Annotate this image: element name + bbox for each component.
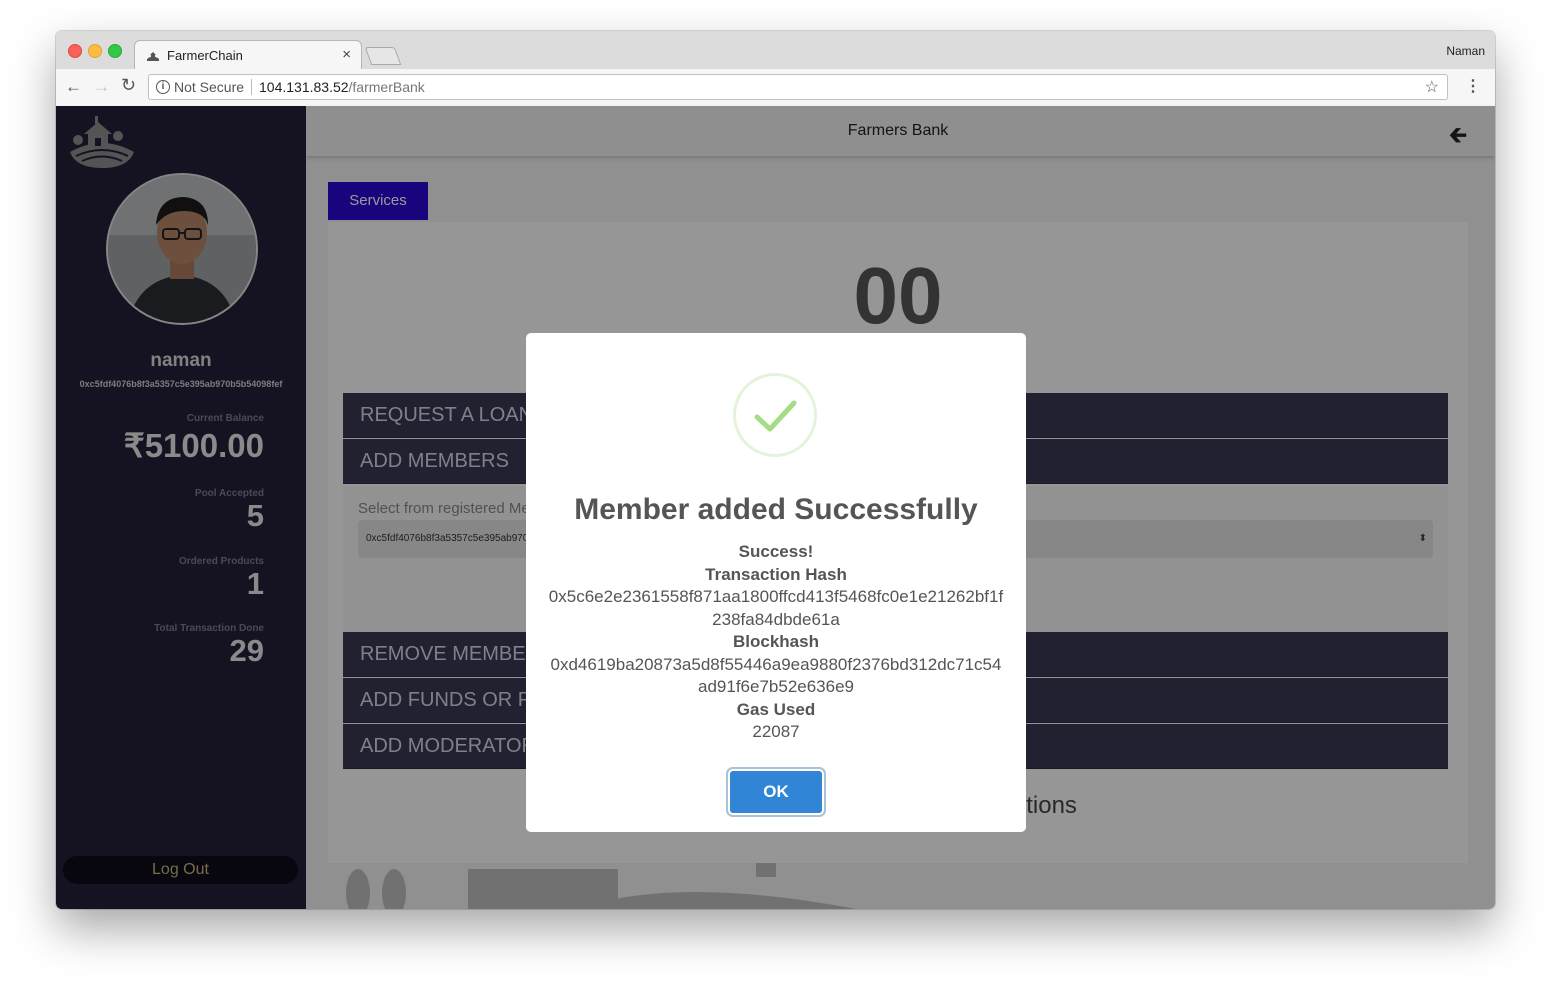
- security-status[interactable]: Not Secure: [174, 79, 244, 95]
- success-label: Success!: [738, 542, 814, 561]
- minimize-window-button[interactable]: [88, 44, 102, 58]
- bookmark-star-icon[interactable]: ☆: [1425, 77, 1439, 97]
- browser-tab[interactable]: FarmerChain ×: [134, 40, 362, 70]
- success-dialog: Member added Successfully Success! Trans…: [526, 333, 1026, 832]
- gas-used-label: Gas Used: [736, 699, 816, 719]
- browser-toolbar: ← → ↻ i Not Secure 104.131.83.52/farmerB…: [56, 69, 1495, 107]
- tab-close-icon[interactable]: ×: [342, 46, 351, 63]
- profile-name[interactable]: Naman: [1446, 44, 1485, 58]
- checkmark-icon: [754, 400, 797, 432]
- maximize-window-button[interactable]: [108, 44, 122, 58]
- forward-arrow-icon[interactable]: →: [93, 77, 110, 97]
- transaction-hash-label: Transaction Hash: [705, 564, 847, 584]
- tab-strip: FarmerChain × Naman: [56, 31, 1495, 70]
- address-bar[interactable]: i Not Secure 104.131.83.52/farmerBank ☆: [148, 74, 1448, 100]
- blockhash-label: Blockhash: [733, 632, 819, 651]
- reload-icon[interactable]: ↻: [121, 75, 136, 96]
- page-content: naman 0xc5fdf4076b8f3a5357c5e395ab970b5b…: [56, 106, 1495, 909]
- blockhash-value: 0xd4619ba20873a5d8f55446a9ea9880f2376bd3…: [550, 654, 1002, 697]
- new-tab-button[interactable]: [364, 47, 402, 65]
- gas-used-value: 22087: [752, 722, 800, 741]
- back-arrow-icon[interactable]: ←: [65, 77, 82, 97]
- tab-title: FarmerChain: [167, 48, 243, 63]
- url-text[interactable]: 104.131.83.52/farmerBank: [259, 79, 425, 95]
- browser-window: FarmerChain × Naman ← → ↻ i Not Secure 1…: [56, 31, 1495, 909]
- ok-button[interactable]: OK: [730, 771, 822, 813]
- url-separator: [251, 79, 252, 95]
- browser-menu-icon[interactable]: ⋮: [1465, 76, 1481, 96]
- info-icon[interactable]: i: [156, 80, 170, 94]
- url-path: /farmerBank: [348, 79, 425, 95]
- farm-favicon-icon: [147, 52, 159, 61]
- success-check-icon: [733, 373, 817, 457]
- close-window-button[interactable]: [68, 44, 82, 58]
- dialog-title: Member added Successfully: [574, 493, 978, 526]
- dialog-content: Success! Transaction Hash 0x5c6e2e236155…: [546, 541, 1006, 744]
- transaction-hash-value: 0x5c6e2e2361558f871aa1800ffcd413f5468fc0…: [548, 587, 1004, 629]
- url-host: 104.131.83.52: [259, 79, 349, 95]
